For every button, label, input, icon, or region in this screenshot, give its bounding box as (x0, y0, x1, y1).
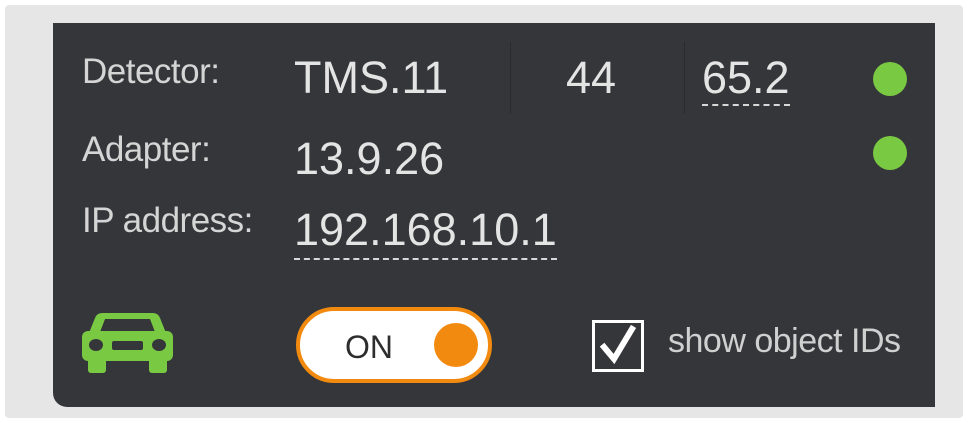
detector-status-led (873, 62, 907, 96)
detector-number: 44 (566, 52, 617, 103)
divider (510, 42, 511, 114)
toggle-label: ON (345, 329, 393, 365)
detector-name: TMS.11 (294, 52, 449, 103)
ip-address-field[interactable]: 192.168.10.1 (294, 207, 557, 260)
adapter-status-led (873, 136, 907, 170)
toggle-knob (434, 323, 478, 367)
detector-reading[interactable]: 65.2 (702, 55, 790, 106)
adapter-label: Adapter: (82, 130, 211, 169)
car-icon (82, 313, 173, 373)
divider (684, 42, 685, 114)
show-ids-checkbox[interactable] (592, 320, 644, 372)
show-ids-label[interactable]: show object IDs (668, 322, 901, 361)
ip-label: IP address: (82, 201, 253, 240)
adapter-version: 13.9.26 (294, 133, 445, 184)
checkmark-icon (599, 324, 637, 365)
on-off-toggle[interactable]: ON (296, 307, 492, 383)
detector-label: Detector: (82, 52, 220, 91)
